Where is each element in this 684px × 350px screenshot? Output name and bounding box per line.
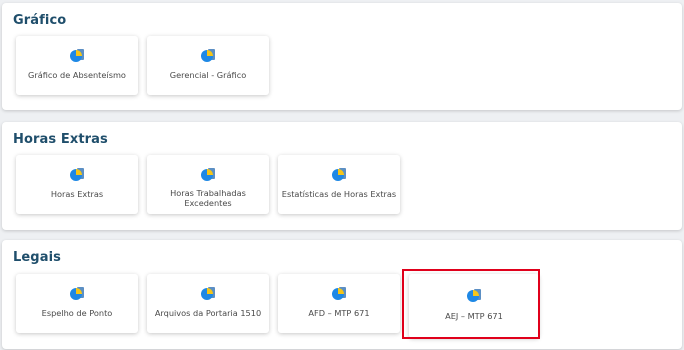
card-estatisticas-de-horas-extras[interactable]: Estatísticas de Horas Extras: [278, 155, 400, 214]
pie-chart-icon: [70, 168, 84, 181]
pie-chart-icon: [467, 289, 481, 302]
section-legais: Legais Espelho de Ponto Arquivos da Port…: [2, 240, 682, 349]
section-grafico: Gráfico Gráfico de Absenteísmo Gerencial…: [2, 3, 682, 110]
card-aej-mtp-671[interactable]: AEJ – MTP 671: [409, 274, 539, 338]
card-gerencial-grafico[interactable]: Gerencial - Gráfico: [147, 36, 269, 95]
card-label: Gráfico de Absenteísmo: [28, 70, 126, 80]
card-label: Arquivos da Portaria 1510: [154, 308, 262, 318]
card-label: Horas Trabalhadas Excedentes: [170, 188, 246, 208]
card-afd-mtp-671[interactable]: AFD – MTP 671: [278, 274, 400, 333]
card-label: AFD – MTP 671: [308, 308, 370, 318]
card-espelho-de-ponto[interactable]: Espelho de Ponto: [16, 274, 138, 333]
pie-chart-icon: [201, 287, 215, 300]
card-label: AEJ – MTP 671: [445, 311, 503, 321]
card-label: Gerencial - Gráfico: [169, 70, 247, 80]
section-title: Horas Extras: [13, 132, 108, 147]
card-horas-trabalhadas-excedentes[interactable]: Horas Trabalhadas Excedentes: [147, 155, 269, 214]
section-horas-extras: Horas Extras Horas Extras Horas Trabalha…: [2, 122, 682, 230]
pie-chart-icon: [70, 287, 84, 300]
pie-chart-icon: [70, 49, 84, 62]
section-title: Gráfico: [13, 13, 67, 28]
section-title: Legais: [13, 250, 61, 265]
card-label: Espelho de Ponto: [41, 308, 113, 318]
pie-chart-icon: [332, 168, 346, 181]
card-horas-extras[interactable]: Horas Extras: [16, 155, 138, 214]
card-label: Estatísticas de Horas Extras: [281, 189, 397, 199]
pie-chart-icon: [201, 168, 215, 181]
pie-chart-icon: [201, 49, 215, 62]
card-grafico-de-absenteismo[interactable]: Gráfico de Absenteísmo: [16, 36, 138, 95]
card-arquivos-da-portaria-1510[interactable]: Arquivos da Portaria 1510: [147, 274, 269, 333]
card-label: Horas Extras: [50, 189, 104, 199]
pie-chart-icon: [332, 287, 346, 300]
